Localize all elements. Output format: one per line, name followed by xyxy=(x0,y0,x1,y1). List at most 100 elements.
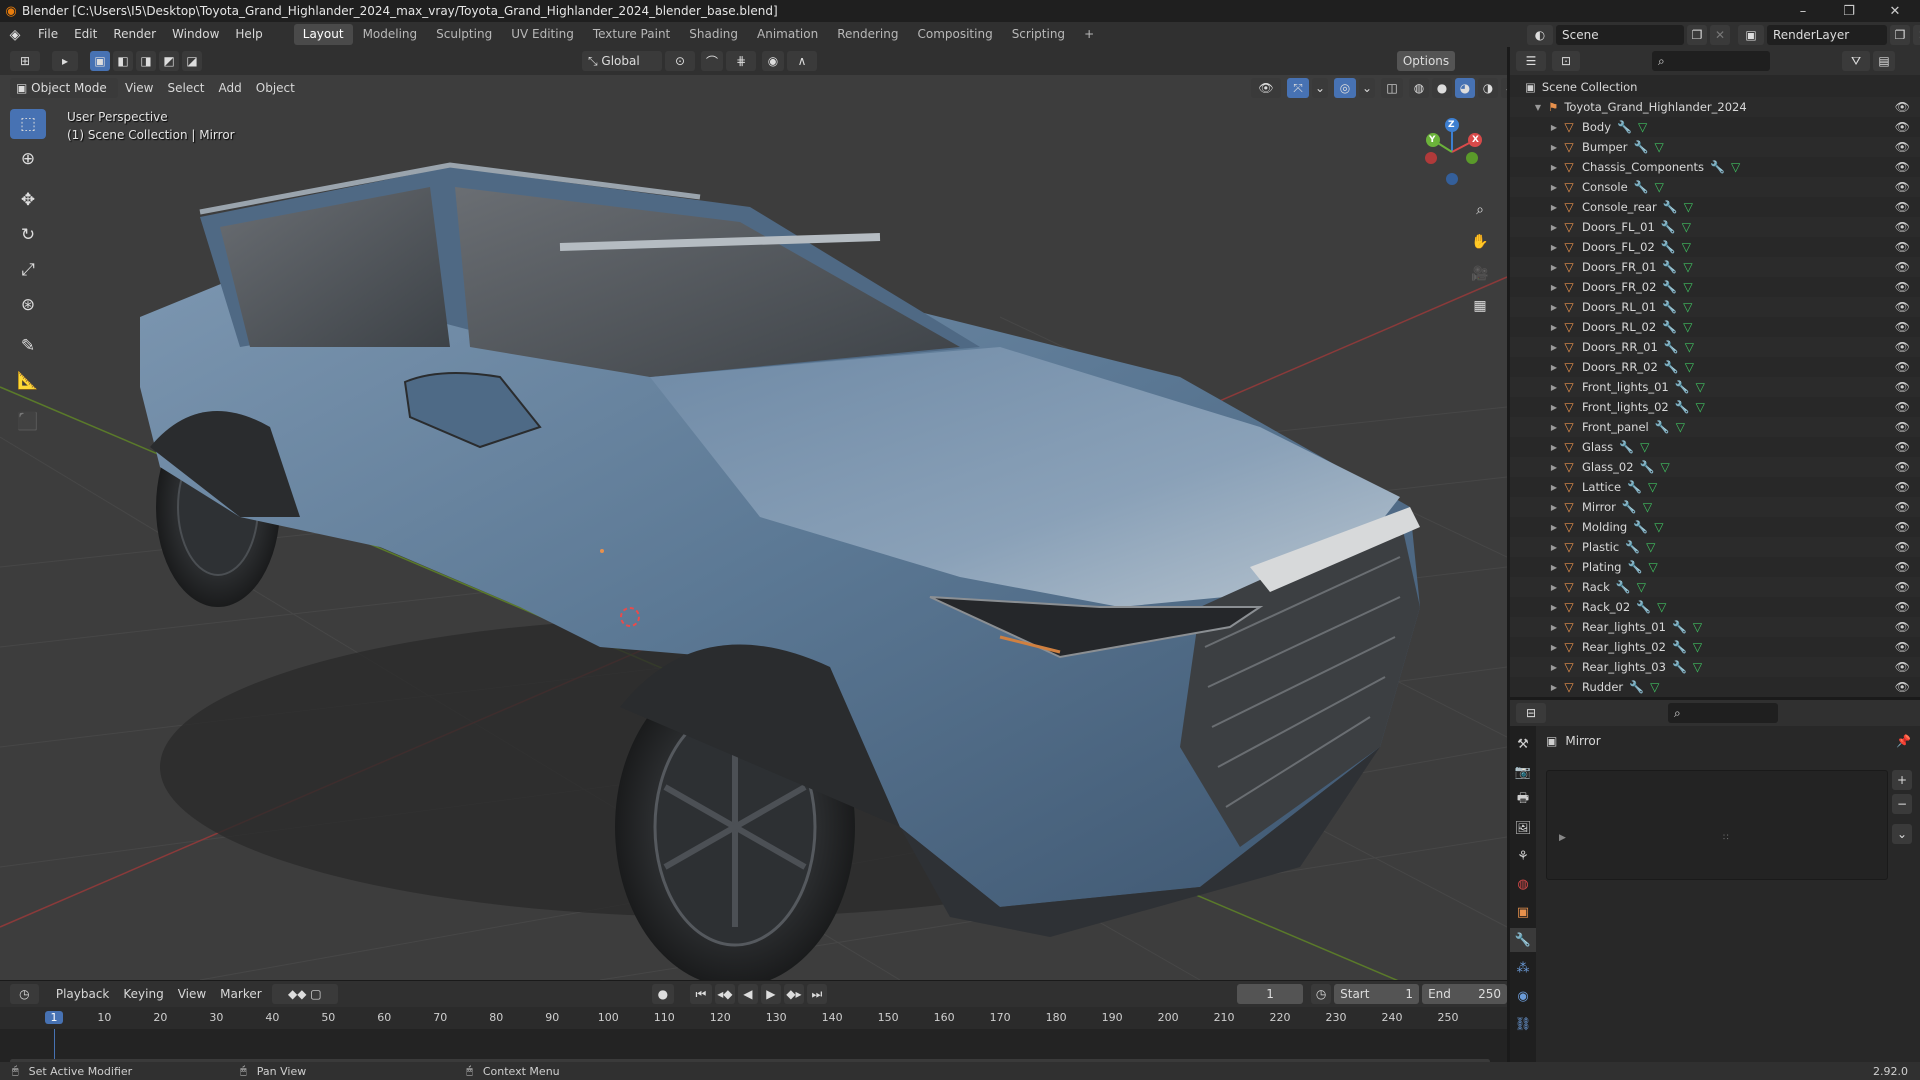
select-box-subtract-icon[interactable]: ◨ xyxy=(136,51,156,71)
add-item-icon[interactable]: + xyxy=(1892,770,1912,790)
menu-edit[interactable]: Edit xyxy=(66,22,105,47)
visibility-eye-icon[interactable]: 👁 xyxy=(1895,400,1910,414)
tab-animation[interactable]: Animation xyxy=(748,24,827,45)
viewport-menu-object[interactable]: Object xyxy=(249,81,302,95)
outliner-object-row[interactable]: ▶ ▽ Doors_RL_02 🔧 ▽ 👁 xyxy=(1510,317,1920,337)
mesh-data-icon[interactable]: ▽ xyxy=(1683,300,1692,314)
viewport-menu-select[interactable]: Select xyxy=(160,81,211,95)
outliner-object-row[interactable]: ▶ ▽ Front_lights_01 🔧 ▽ 👁 xyxy=(1510,377,1920,397)
modifier-icon[interactable]: 🔧 xyxy=(1655,420,1670,434)
resize-handle-icon[interactable]: ∷ xyxy=(1723,833,1729,843)
physics-tab-icon[interactable]: ◉ xyxy=(1510,984,1536,1008)
particles-tab-icon[interactable]: ⁂ xyxy=(1510,956,1536,980)
expand-triangle-icon[interactable]: ▶ xyxy=(1548,523,1560,532)
outliner-object-row[interactable]: ▶ ▽ Glass 🔧 ▽ 👁 xyxy=(1510,437,1920,457)
zoom-icon[interactable]: ⌕ xyxy=(1467,197,1493,223)
mesh-data-icon[interactable]: ▽ xyxy=(1693,640,1702,654)
cursor-tool-icon[interactable]: ⊕ xyxy=(10,144,46,174)
mesh-data-icon[interactable]: ▽ xyxy=(1683,260,1692,274)
mesh-data-icon[interactable]: ▽ xyxy=(1684,200,1693,214)
mesh-data-icon[interactable]: ▽ xyxy=(1685,340,1694,354)
modifier-icon[interactable]: 🔧 xyxy=(1662,280,1677,294)
visibility-eye-icon[interactable]: 👁 xyxy=(1895,660,1910,674)
expand-triangle-icon[interactable]: ▶ xyxy=(1548,483,1560,492)
tab-texture-paint[interactable]: Texture Paint xyxy=(584,24,679,45)
visibility-eye-icon[interactable]: 👁 xyxy=(1895,120,1910,134)
tool-tab-icon[interactable]: ⚒ xyxy=(1510,732,1536,756)
delete-scene-icon[interactable]: ✕ xyxy=(1710,24,1730,45)
timeline-menu-keying[interactable]: Keying xyxy=(116,987,170,1001)
view-layer-icon[interactable]: ▣ xyxy=(1738,24,1764,45)
play-icon[interactable]: ▶ xyxy=(760,984,781,1004)
mesh-data-icon[interactable]: ▽ xyxy=(1731,160,1740,174)
mesh-data-icon[interactable]: ▽ xyxy=(1640,440,1649,454)
tab-modeling[interactable]: Modeling xyxy=(354,24,427,45)
timeline-editor-icon[interactable]: ◷ xyxy=(10,984,39,1004)
tab-rendering[interactable]: Rendering xyxy=(828,24,907,45)
remove-item-icon[interactable]: − xyxy=(1892,794,1912,814)
outliner-object-row[interactable]: ▶ ▽ Glass_02 🔧 ▽ 👁 xyxy=(1510,457,1920,477)
modifier-icon[interactable]: 🔧 xyxy=(1634,180,1649,194)
expand-triangle-icon[interactable]: ▶ xyxy=(1548,643,1560,652)
xray-icon[interactable]: ◫ xyxy=(1381,78,1403,98)
timeline-track-area[interactable] xyxy=(0,1029,1507,1062)
outliner-object-row[interactable]: ▶ ▽ Doors_FL_02 🔧 ▽ 👁 xyxy=(1510,237,1920,257)
mesh-data-icon[interactable]: ▽ xyxy=(1693,620,1702,634)
outliner-object-row[interactable]: ▶ ▽ Doors_FR_01 🔧 ▽ 👁 xyxy=(1510,257,1920,277)
mesh-data-icon[interactable]: ▽ xyxy=(1696,380,1705,394)
visibility-eye-icon[interactable]: 👁 xyxy=(1895,640,1910,654)
visibility-eye-icon[interactable]: 👁 xyxy=(1895,140,1910,154)
visibility-eye-icon[interactable]: 👁 xyxy=(1895,500,1910,514)
modifier-icon[interactable]: 🔧 xyxy=(1622,500,1637,514)
keyframe-controls-icon[interactable]: ◆◆ ▢ xyxy=(271,984,338,1004)
outliner-object-row[interactable]: ▶ ▽ Plastic 🔧 ▽ 👁 xyxy=(1510,537,1920,557)
mesh-data-icon[interactable]: ▽ xyxy=(1648,480,1657,494)
expand-triangle-icon[interactable]: ▶ xyxy=(1548,303,1560,312)
outliner-object-row[interactable]: ▶ ▽ Console_rear 🔧 ▽ 👁 xyxy=(1510,197,1920,217)
visibility-eye-icon[interactable]: 👁 xyxy=(1895,440,1910,454)
modifier-icon[interactable]: 🔧 xyxy=(1672,640,1687,654)
jump-start-icon[interactable]: ⏮ xyxy=(689,984,712,1004)
move-tool-icon[interactable]: ✥ xyxy=(10,185,46,215)
outliner-object-row[interactable]: ▶ ▽ Mirror 🔧 ▽ 👁 xyxy=(1510,497,1920,517)
gizmo-dropdown-icon[interactable]: ⌄ xyxy=(1312,78,1328,98)
outliner-object-row[interactable]: ▶ ▽ Bumper 🔧 ▽ 👁 xyxy=(1510,137,1920,157)
outliner-object-row[interactable]: ▶ ▽ Chassis_Components 🔧 ▽ 👁 xyxy=(1510,157,1920,177)
mesh-data-icon[interactable]: ▽ xyxy=(1637,580,1646,594)
prev-keyframe-icon[interactable]: ◂◆ xyxy=(714,984,735,1004)
expand-triangle-icon[interactable]: ▶ xyxy=(1548,143,1560,152)
material-shading-icon[interactable]: ◕ xyxy=(1455,78,1475,98)
expand-triangle-icon[interactable]: ▶ xyxy=(1548,543,1560,552)
visibility-eye-icon[interactable]: 👁 xyxy=(1895,180,1910,194)
outliner-object-row[interactable]: ▶ ▽ Doors_RR_02 🔧 ▽ 👁 xyxy=(1510,357,1920,377)
modifier-icon[interactable]: 🔧 xyxy=(1662,300,1677,314)
expand-triangle-icon[interactable]: ▶ xyxy=(1548,503,1560,512)
world-tab-icon[interactable]: ◍ xyxy=(1510,872,1536,896)
viewport-menu-view[interactable]: View xyxy=(118,81,160,95)
mesh-data-icon[interactable]: ▽ xyxy=(1638,120,1647,134)
visibility-eye-icon[interactable]: 👁 xyxy=(1895,280,1910,294)
snap-target-icon[interactable]: ⋕ xyxy=(726,51,756,71)
outliner-editor-icon[interactable]: ☰ xyxy=(1516,51,1546,71)
expand-triangle-icon[interactable]: ▶ xyxy=(1548,223,1560,232)
jump-end-icon[interactable]: ⏭ xyxy=(806,984,827,1004)
expand-triangle-icon[interactable]: ▶ xyxy=(1548,243,1560,252)
visibility-eye-icon[interactable]: 👁 xyxy=(1895,600,1910,614)
blender-menu-icon[interactable]: ◈ xyxy=(0,27,30,43)
start-frame-field[interactable]: Start 1 xyxy=(1334,984,1420,1004)
tab-layout[interactable]: Layout xyxy=(293,24,353,45)
maximize-button[interactable]: ❐ xyxy=(1826,0,1872,22)
render-tab-icon[interactable]: 📷 xyxy=(1510,760,1536,784)
scene-tab-icon[interactable]: ⚘ xyxy=(1510,844,1536,868)
expand-triangle-icon[interactable]: ▶ xyxy=(1548,423,1560,432)
mesh-data-icon[interactable]: ▽ xyxy=(1660,460,1669,474)
tab-uv-editing[interactable]: UV Editing xyxy=(502,24,583,45)
scene-type-icon[interactable]: ◐ xyxy=(1527,24,1553,45)
visibility-eye-icon[interactable]: 👁 xyxy=(1895,320,1910,334)
mesh-data-icon[interactable]: ▽ xyxy=(1682,240,1691,254)
expand-triangle-icon[interactable]: ▶ xyxy=(1548,283,1560,292)
modifier-icon[interactable]: 🔧 xyxy=(1663,200,1678,214)
pivot-point-icon[interactable]: ⊙ xyxy=(665,51,695,71)
mesh-data-icon[interactable]: ▽ xyxy=(1643,500,1652,514)
outliner-object-row[interactable]: ▶ ▽ Console 🔧 ▽ 👁 xyxy=(1510,177,1920,197)
